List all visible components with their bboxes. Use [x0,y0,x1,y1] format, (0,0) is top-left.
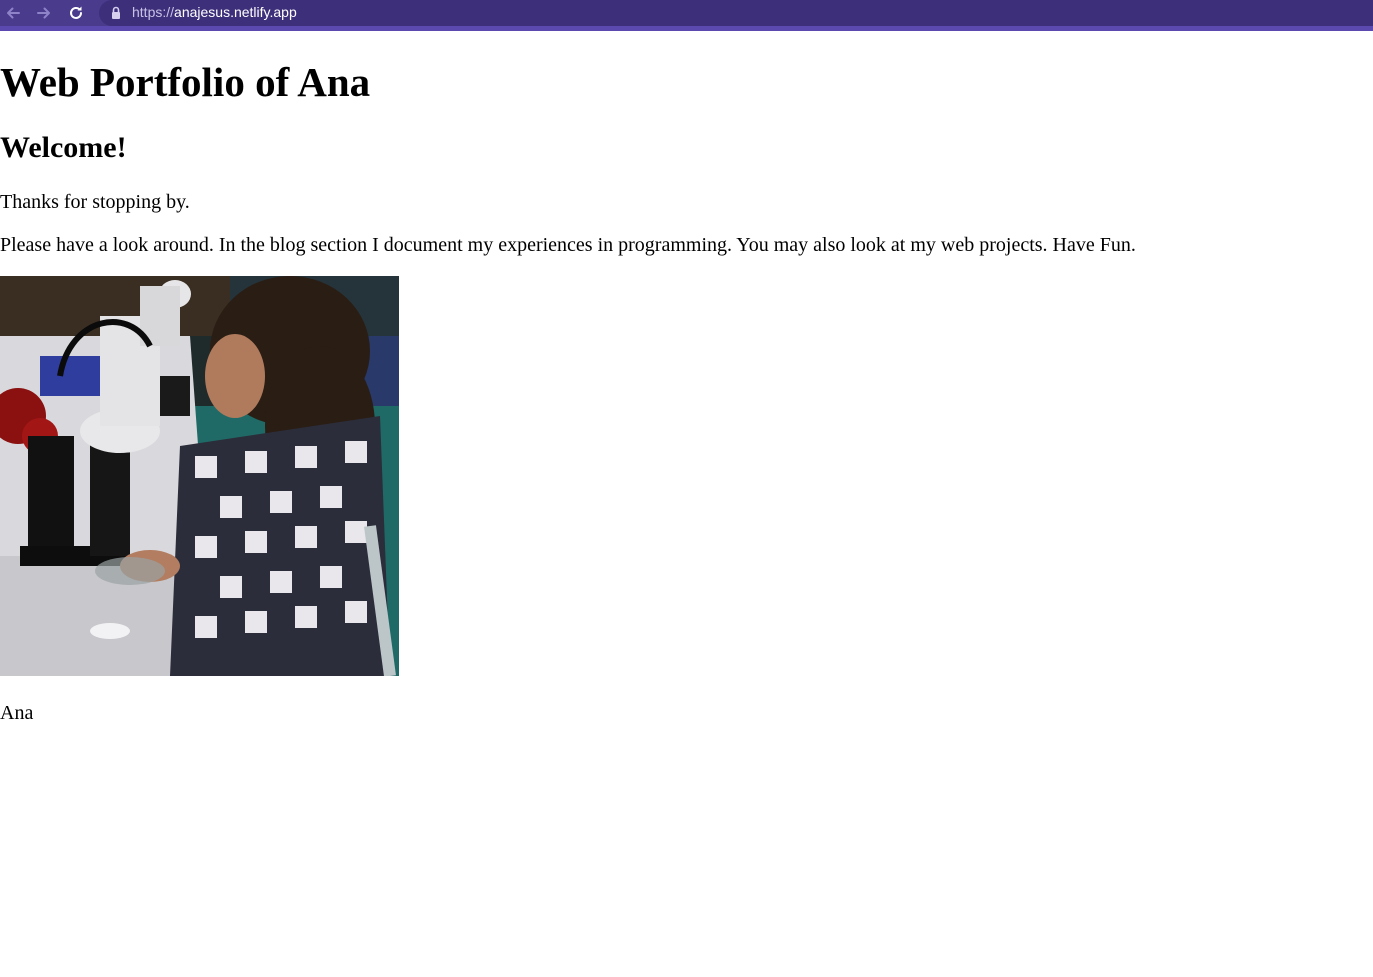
arrow-right-icon [35,4,53,22]
lock-icon [111,6,121,20]
intro-paragraph: Thanks for stopping by. [0,191,190,213]
page-title: Web Portfolio of Ana [0,59,371,105]
arrow-left-icon [4,4,22,22]
url-host: anajesus.netlify.app [174,4,297,20]
browser-toolbar: https://anajesus.netlify.app [0,0,1373,26]
address-bar[interactable]: https://anajesus.netlify.app [99,0,1373,26]
body-paragraph: Please have a look around. In the blog s… [0,234,1136,256]
portrait-photo [0,276,399,676]
toolbar-accent-line [0,26,1373,31]
back-button[interactable] [1,1,25,25]
url-scheme: https:// [132,4,175,20]
reload-icon [67,4,85,22]
caption-text: Ana [0,702,34,724]
reload-button[interactable] [64,1,88,25]
url-text[interactable]: https://anajesus.netlify.app [132,4,297,21]
welcome-heading: Welcome! [0,131,127,164]
forward-button[interactable] [32,1,56,25]
